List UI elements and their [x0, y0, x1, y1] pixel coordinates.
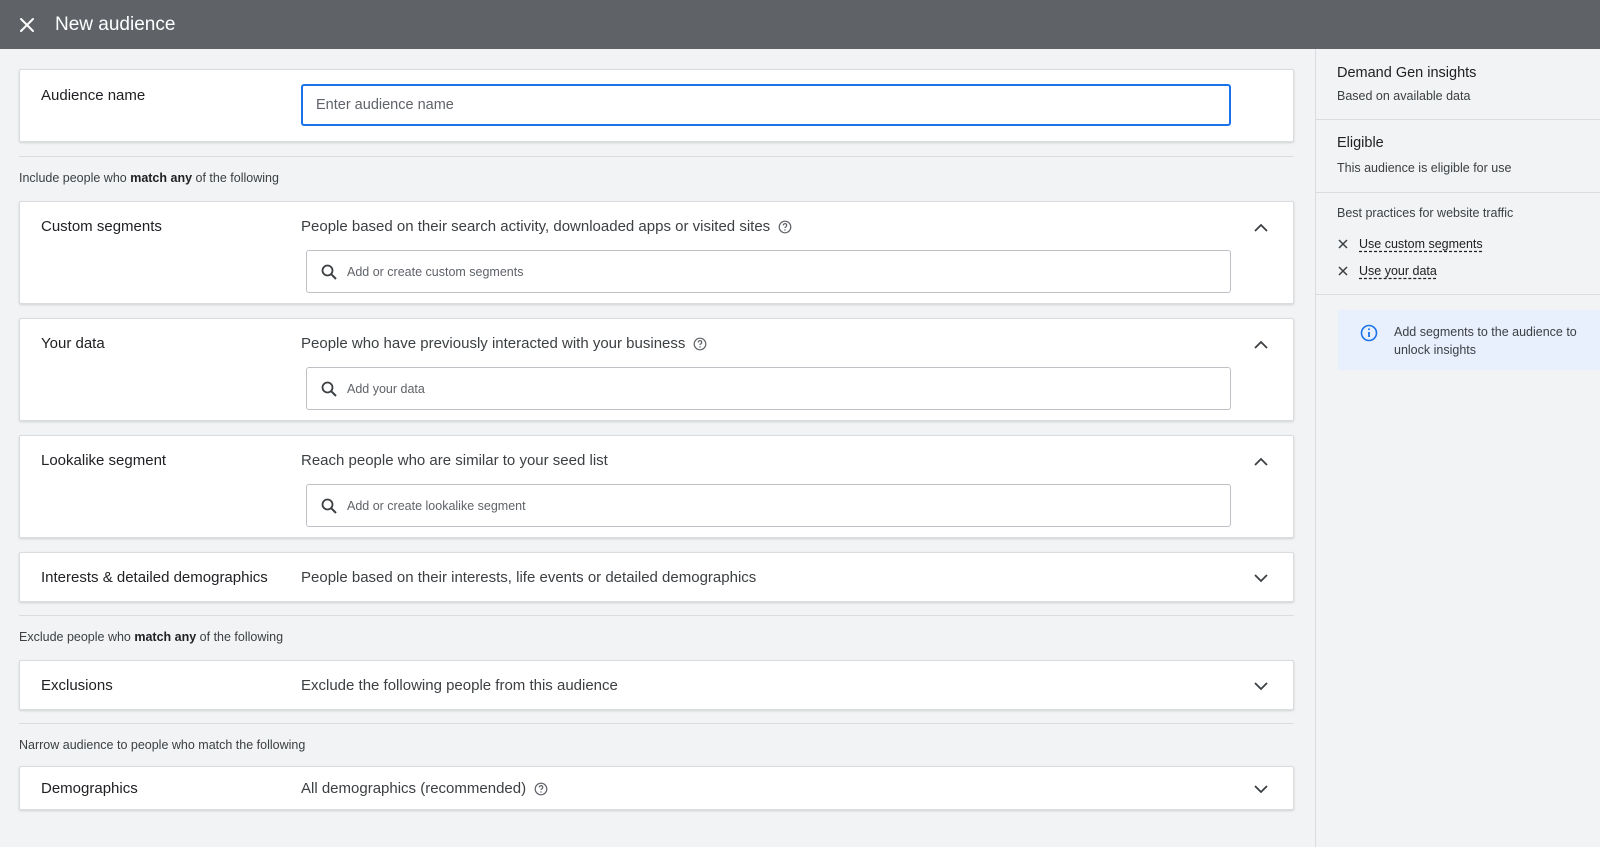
info-text: Add segments to the audience to unlock i… — [1394, 325, 1577, 357]
best-practice-item: Use custom segments — [1337, 237, 1483, 251]
top-bar: New audience — [0, 0, 1600, 49]
help-icon[interactable] — [693, 337, 707, 351]
demographics-description: All demographics (recommended) — [301, 780, 548, 797]
close-icon — [1337, 238, 1349, 250]
lookalike-segment-search-input[interactable] — [347, 498, 1207, 513]
your-data-search[interactable] — [306, 367, 1231, 410]
info-banner: Add segments to the audience to unlock i… — [1338, 310, 1600, 370]
demographics-label: Demographics — [41, 780, 138, 797]
include-suffix: of the following — [192, 171, 279, 185]
search-icon — [320, 263, 338, 281]
chevron-down-icon[interactable] — [1251, 568, 1271, 588]
main-content: Audience name Include people who match a… — [0, 49, 1315, 847]
eligible-title: Eligible — [1337, 135, 1384, 151]
include-emphasis: match any — [130, 171, 193, 185]
divider — [19, 615, 1294, 616]
exclusions-card[interactable]: Exclusions Exclude the following people … — [19, 660, 1294, 710]
help-icon[interactable] — [534, 782, 548, 796]
your-data-label: Your data — [41, 335, 105, 352]
insights-sidebar: Demand Gen insights Based on available d… — [1315, 49, 1600, 847]
info-icon — [1360, 324, 1378, 342]
exclusions-label: Exclusions — [41, 677, 113, 694]
your-data-description: People who have previously interacted wi… — [301, 335, 707, 352]
chevron-up-icon[interactable] — [1251, 217, 1271, 237]
audience-name-card: Audience name — [19, 69, 1294, 142]
chevron-down-icon[interactable] — [1251, 779, 1271, 799]
sidebar-divider — [1316, 192, 1600, 193]
search-icon — [320, 380, 338, 398]
eligible-subtitle: This audience is eligible for use — [1337, 161, 1512, 175]
best-practice-item: Use your data — [1337, 264, 1437, 278]
demographics-card[interactable]: Demographics All demographics (recommend… — [19, 766, 1294, 810]
custom-segments-description: People based on their search activity, d… — [301, 218, 792, 235]
close-icon — [1337, 265, 1349, 277]
audience-name-label: Audience name — [41, 87, 146, 104]
custom-segments-search-input[interactable] — [347, 264, 1207, 279]
divider — [19, 156, 1294, 157]
your-data-search-input[interactable] — [347, 381, 1207, 396]
custom-segments-description-text: People based on their search activity, d… — [301, 218, 771, 235]
interests-description: People based on their interests, life ev… — [301, 569, 757, 586]
interests-card[interactable]: Interests & detailed demographics People… — [19, 552, 1294, 602]
sidebar-divider — [1316, 294, 1600, 295]
custom-segments-label: Custom segments — [41, 218, 162, 235]
exclude-section-label: Exclude people who match any of the foll… — [19, 630, 283, 644]
exclude-emphasis: match any — [134, 630, 197, 644]
chevron-up-icon[interactable] — [1251, 334, 1271, 354]
lookalike-segment-description: Reach people who are similar to your see… — [301, 452, 608, 469]
your-data-description-text: People who have previously interacted wi… — [301, 335, 686, 352]
demographics-description-text: All demographics (recommended) — [301, 780, 527, 797]
search-icon — [320, 497, 338, 515]
insights-subtitle: Based on available data — [1337, 89, 1471, 103]
interests-label: Interests & detailed demographics — [41, 569, 268, 586]
audience-name-input[interactable] — [301, 84, 1231, 126]
lookalike-segment-label: Lookalike segment — [41, 452, 167, 469]
use-custom-segments-link[interactable]: Use custom segments — [1359, 237, 1483, 251]
your-data-card: Your data People who have previously int… — [19, 318, 1294, 421]
custom-segments-search[interactable] — [306, 250, 1231, 293]
best-practices-title: Best practices for website traffic — [1337, 206, 1514, 220]
close-icon[interactable] — [16, 14, 38, 36]
lookalike-segment-card: Lookalike segment Reach people who are s… — [19, 435, 1294, 538]
use-your-data-link[interactable]: Use your data — [1359, 264, 1437, 278]
help-icon[interactable] — [778, 220, 792, 234]
include-section-label: Include people who match any of the foll… — [19, 171, 279, 185]
chevron-down-icon[interactable] — [1251, 676, 1271, 696]
exclusions-description: Exclude the following people from this a… — [301, 677, 618, 694]
include-prefix: Include people who — [19, 171, 131, 185]
lookalike-segment-search[interactable] — [306, 484, 1231, 527]
insights-title: Demand Gen insights — [1337, 65, 1477, 81]
exclude-prefix: Exclude people who — [19, 630, 135, 644]
chevron-up-icon[interactable] — [1251, 451, 1271, 471]
sidebar-divider — [1316, 119, 1600, 120]
narrow-section-label: Narrow audience to people who match the … — [19, 738, 306, 752]
exclude-suffix: of the following — [196, 630, 284, 644]
custom-segments-card: Custom segments People based on their se… — [19, 201, 1294, 304]
divider — [19, 723, 1294, 724]
page-title: New audience — [55, 13, 176, 35]
